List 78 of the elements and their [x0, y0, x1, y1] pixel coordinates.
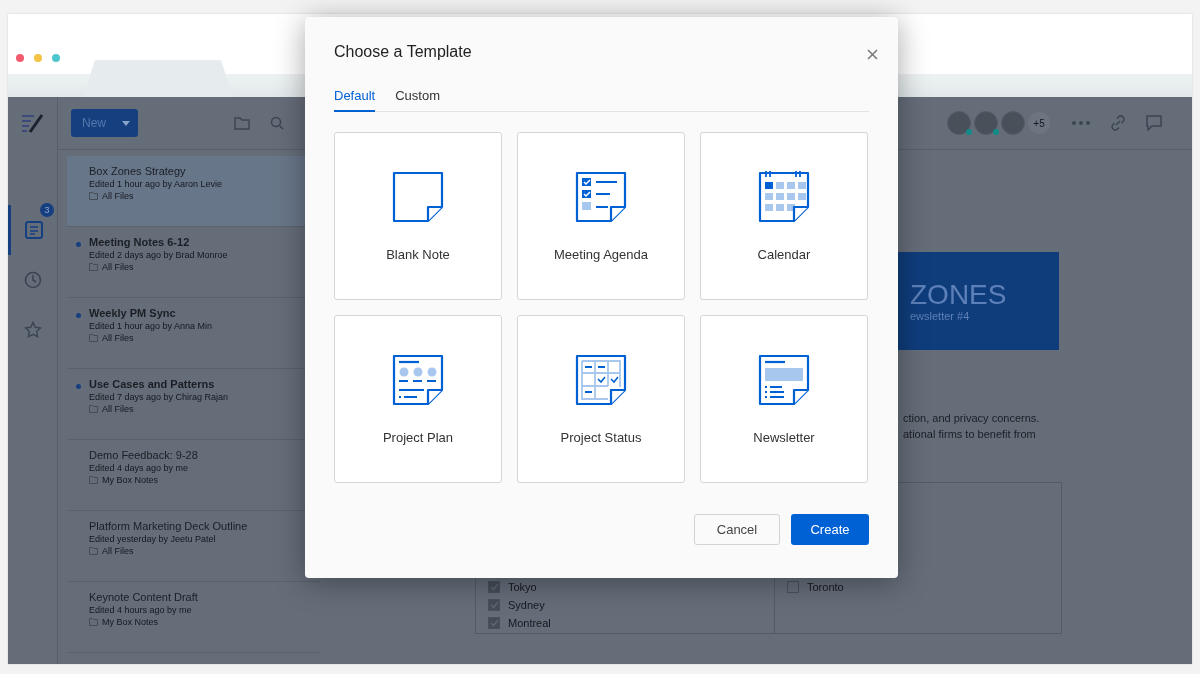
comment-icon[interactable]: [1146, 115, 1162, 131]
folder-icon: [89, 547, 98, 555]
note-edited: Edited 4 hours ago by me: [89, 605, 193, 615]
note-folder: My Box Notes: [102, 617, 159, 627]
more-collaborators[interactable]: +5: [1028, 112, 1050, 134]
avatar[interactable]: [947, 111, 971, 135]
banner-subtitle: ewsletter #4: [910, 310, 971, 322]
dialog-title: Choose a Template: [334, 43, 473, 61]
note-folder: All Files: [102, 333, 134, 343]
checkbox-label: Tokyo: [508, 581, 537, 593]
calendar-icon: [758, 170, 810, 223]
checkbox[interactable]: [488, 599, 500, 611]
note-item[interactable]: Keynote Content Draft Edited 4 hours ago by me My Box Notes: [67, 582, 320, 653]
newsletter-note-icon: [758, 353, 810, 406]
tab[interactable]: Default: [334, 88, 376, 112]
template-card[interactable]: Project Status: [517, 315, 685, 483]
paragraph-line: ction, and privacy concerns.: [903, 412, 1041, 424]
template-card[interactable]: Newsletter: [700, 315, 868, 483]
note-title: Weekly PM Sync: [89, 307, 177, 319]
cancel-button[interactable]: Cancel: [694, 514, 780, 545]
note-folder: All Files: [102, 191, 134, 201]
logo-icon: [20, 113, 45, 133]
count-badge: 3: [40, 203, 54, 217]
link-icon[interactable]: [1110, 115, 1126, 131]
checkbox[interactable]: [787, 581, 799, 593]
note-edited: Edited 2 days ago by Brad Monroe: [89, 250, 228, 260]
checklist-note-icon: [575, 170, 627, 223]
template-card[interactable]: Blank Note: [334, 132, 502, 300]
note-icon: [392, 170, 444, 223]
note-folder: All Files: [102, 404, 134, 414]
more-icon[interactable]: [1072, 121, 1090, 125]
folder-icon: [89, 192, 98, 200]
note-edited: Edited 1 hour ago by Aaron Levie: [89, 179, 223, 189]
note-edited: Edited 4 days ago by me: [89, 463, 190, 473]
template-card[interactable]: Calendar: [700, 132, 868, 300]
note-title: Box Zones Strategy: [89, 165, 187, 177]
window-control[interactable]: [52, 54, 60, 62]
folder-icon: [89, 476, 98, 484]
search-icon[interactable]: [270, 116, 284, 130]
clock-icon: [23, 271, 42, 289]
notes-icon: [25, 221, 43, 239]
note-edited: Edited 7 days ago by Chirag Rajan: [89, 392, 229, 402]
avatar[interactable]: [1001, 111, 1025, 135]
folder-icon[interactable]: [234, 116, 250, 130]
table-note-icon: [575, 353, 627, 406]
close-icon[interactable]: [867, 49, 878, 60]
note-title: Use Cases and Patterns: [89, 378, 216, 390]
note-title: Demo Feedback: 9-28: [89, 449, 198, 461]
banner-title: ZONES: [910, 280, 1008, 310]
tab[interactable]: Custom: [395, 88, 440, 112]
checkbox-label: Montreal: [508, 617, 551, 629]
template-card[interactable]: Project Plan: [334, 315, 502, 483]
folder-icon: [89, 334, 98, 342]
note-folder: All Files: [102, 546, 134, 556]
note-edited: Edited 1 hour ago by Anna Min: [89, 321, 213, 331]
paragraph-line: ational firms to benefit from: [903, 428, 1037, 440]
checkbox-label: Toronto: [807, 581, 844, 593]
folder-icon: [89, 618, 98, 626]
note-edited: Edited yesterday by Jeetu Patel: [89, 534, 217, 544]
folder-icon: [89, 263, 98, 271]
checkbox[interactable]: [488, 581, 500, 593]
note-title: Meeting Notes 6-12: [89, 236, 191, 248]
checkbox[interactable]: [488, 617, 500, 629]
window-control[interactable]: [16, 54, 24, 62]
note-folder: My Box Notes: [102, 475, 159, 485]
checkbox-label: Sydney: [508, 599, 545, 611]
avatar[interactable]: [974, 111, 998, 135]
note-title: Platform Marketing Deck Outline: [89, 520, 248, 532]
window-control[interactable]: [34, 54, 42, 62]
template-card[interactable]: Meeting Agenda: [517, 132, 685, 300]
caret-icon: [122, 120, 130, 126]
note-folder: All Files: [102, 262, 134, 272]
folder-icon: [89, 405, 98, 413]
note-title: Keynote Content Draft: [89, 591, 198, 603]
plan-note-icon: [392, 353, 444, 406]
star-icon: [23, 321, 42, 339]
rail-tab[interactable]: 3: [8, 205, 57, 255]
create-button[interactable]: Create: [791, 514, 869, 545]
